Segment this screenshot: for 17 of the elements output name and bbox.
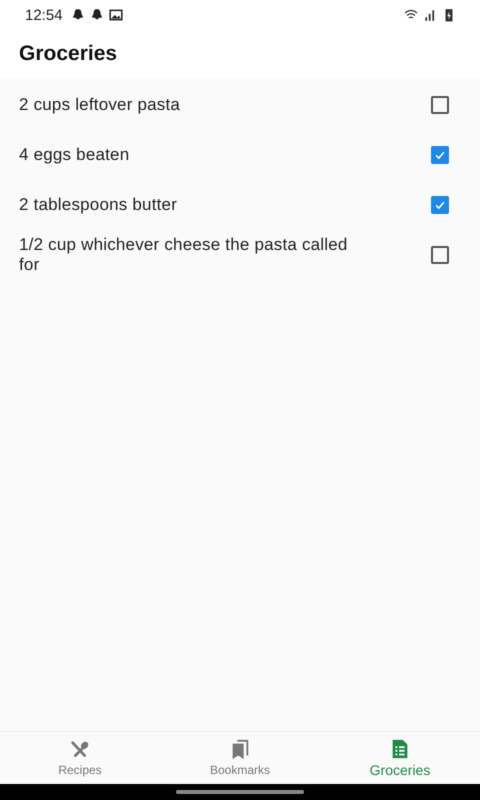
nav-tab[interactable]: Groceries: [320, 732, 480, 784]
ghost-icon: [70, 8, 85, 22]
grocery-item: 2 tablespoons butter: [19, 195, 178, 215]
nav-tab[interactable]: Recipes: [0, 732, 160, 784]
grocery-item: 2 cups leftover pasta: [19, 95, 180, 115]
ghost-icon: [90, 8, 104, 22]
page-title: Groceries: [19, 42, 118, 66]
checkbox[interactable]: [431, 246, 449, 264]
image-icon: [108, 8, 123, 22]
status-time: 12:54: [25, 6, 63, 24]
nav-tab[interactable]: Bookmarks: [160, 732, 320, 784]
grocery-item: 1/2 cup whichever cheese the pasta called for: [19, 235, 349, 275]
grocery-item: 4 eggs beaten: [19, 145, 130, 165]
checkbox[interactable]: [431, 196, 449, 214]
checkbox[interactable]: [431, 146, 449, 164]
signal-icon: [423, 8, 437, 22]
checkbox[interactable]: [431, 96, 449, 114]
